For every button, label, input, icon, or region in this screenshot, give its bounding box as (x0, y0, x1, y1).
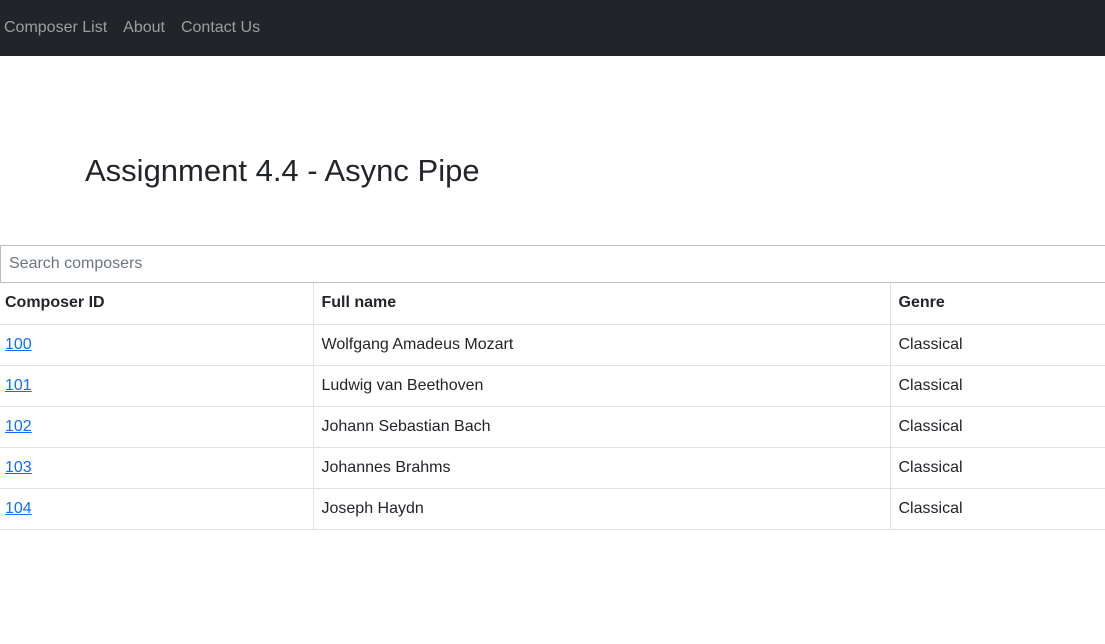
cell-composer-id: 104 (0, 488, 313, 530)
cell-full-name: Ludwig van Beethoven (312, 365, 890, 407)
nav-link-composer-list[interactable]: Composer List (4, 0, 107, 56)
table-row: 103 Johannes Brahms Classical (0, 447, 1105, 489)
composer-id-link[interactable]: 103 (5, 459, 32, 476)
cell-genre: Classical (889, 365, 1105, 407)
table-row: 100 Wolfgang Amadeus Mozart Classical (0, 324, 1105, 366)
cell-full-name: Johann Sebastian Bach (312, 406, 890, 448)
cell-composer-id: 101 (0, 365, 313, 407)
composer-id-link[interactable]: 104 (5, 500, 32, 517)
table-header-row: Composer ID Full name Genre (0, 283, 1105, 325)
header-full-name: Full name (312, 283, 890, 325)
table-row: 102 Johann Sebastian Bach Classical (0, 406, 1105, 448)
composer-id-link[interactable]: 102 (5, 418, 32, 435)
nav-link-about[interactable]: About (123, 0, 165, 56)
header-genre: Genre (889, 283, 1105, 325)
cell-composer-id: 100 (0, 324, 313, 366)
header-composer-id: Composer ID (0, 283, 313, 325)
composer-id-link[interactable]: 101 (5, 377, 32, 394)
cell-full-name: Johannes Brahms (312, 447, 890, 489)
table-row: 101 Ludwig van Beethoven Classical (0, 365, 1105, 407)
cell-full-name: Wolfgang Amadeus Mozart (312, 324, 890, 366)
page-title: Assignment 4.4 - Async Pipe (85, 153, 480, 188)
top-navbar: Composer List About Contact Us (0, 0, 1105, 56)
cell-genre: Classical (889, 406, 1105, 448)
composer-id-link[interactable]: 100 (5, 336, 32, 353)
cell-genre: Classical (889, 488, 1105, 530)
search-input[interactable] (1, 246, 1105, 282)
cell-composer-id: 103 (0, 447, 313, 489)
cell-genre: Classical (889, 447, 1105, 489)
cell-full-name: Joseph Haydn (312, 488, 890, 530)
table-row: 104 Joseph Haydn Classical (0, 488, 1105, 530)
cell-genre: Classical (889, 324, 1105, 366)
composer-table: Composer ID Full name Genre 100 Wolfgang… (0, 283, 1105, 530)
search-container (0, 245, 1105, 283)
nav-link-contact-us[interactable]: Contact Us (181, 0, 260, 56)
cell-composer-id: 102 (0, 406, 313, 448)
